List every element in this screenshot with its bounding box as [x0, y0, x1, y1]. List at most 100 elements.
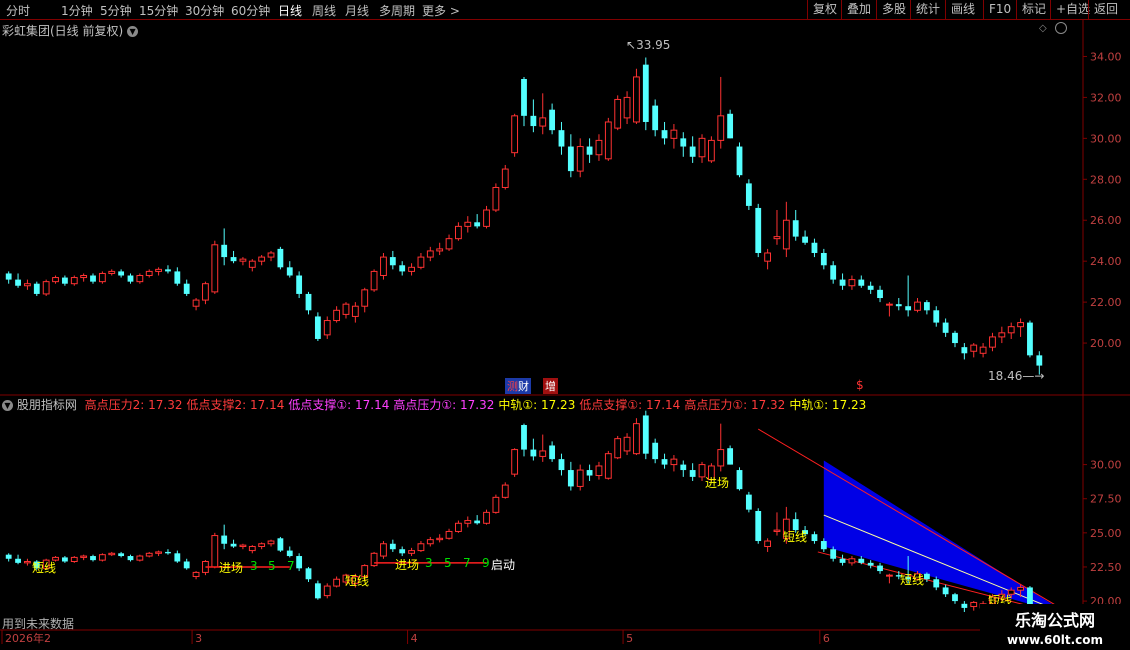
- candle-body-up: [764, 252, 772, 262]
- candle-body-down: [15, 279, 21, 286]
- indicator-value-6: 高点压力①: 17.32: [684, 398, 786, 412]
- candle-body-up: [80, 275, 88, 279]
- seq-3: 3: [425, 556, 433, 570]
- candle-body-up: [886, 303, 893, 306]
- candle-body-down: [389, 257, 396, 266]
- candle-body-down: [521, 425, 527, 450]
- candle-body-up: [483, 209, 490, 227]
- candle-body-up: [576, 469, 584, 487]
- candle-body-down: [5, 554, 12, 559]
- increase-badge[interactable]: 增: [543, 378, 558, 394]
- candle-body-up: [848, 558, 856, 564]
- max-price-label: 33.95: [636, 38, 671, 52]
- dollar-icon[interactable]: $: [856, 378, 864, 392]
- candle-body-down: [877, 289, 883, 299]
- candle-body-down: [1036, 355, 1043, 366]
- indicator-header: ▼ 股朋指标网 高点压力2: 17.32 低点支撑2: 17.14 低点支撑①: 1…: [2, 396, 866, 413]
- candle-body-down: [296, 556, 303, 569]
- candle-body-down: [736, 146, 743, 176]
- candle-body-down: [474, 222, 481, 227]
- candle-body-down: [745, 494, 752, 510]
- candle-body-up: [436, 537, 444, 541]
- candle-body-down: [127, 275, 134, 282]
- candle-body-down: [661, 130, 668, 139]
- candle-body-down: [286, 550, 293, 557]
- month-label: 4: [411, 632, 418, 645]
- min-price-marker: 18.46—→: [988, 369, 1044, 383]
- candle-body-down: [61, 557, 68, 562]
- candle-body-up: [417, 543, 425, 552]
- candle-body-down: [277, 538, 284, 551]
- candle-body-down: [530, 449, 537, 457]
- candle-body-down: [923, 573, 930, 580]
- seq-5: 5: [444, 556, 452, 570]
- candle-body-up: [623, 436, 631, 452]
- candle-body-down: [745, 183, 752, 206]
- indicator-value-2: 低点支撑①: 17.14: [288, 398, 390, 412]
- candle-body-up: [408, 550, 415, 554]
- candle-body-up: [492, 496, 500, 513]
- indicator-name[interactable]: 股朋指标网: [17, 398, 77, 412]
- arrow-up-left-icon: ↖: [626, 38, 637, 52]
- candle-body-up: [717, 449, 725, 467]
- candle-body-down: [61, 277, 68, 284]
- candle-body-up: [333, 309, 341, 322]
- finance-badge[interactable]: 测财: [505, 378, 531, 394]
- indicator-price-axis: 20.0022.5025.0027.5030.00: [1083, 459, 1122, 608]
- enter-label: 进场: [705, 476, 730, 490]
- candle-body-down: [820, 252, 827, 266]
- candle-body-down: [802, 236, 808, 243]
- candle-body-down: [755, 207, 762, 253]
- candle-body-down: [558, 130, 565, 147]
- candle-body-down: [521, 78, 527, 116]
- candle-body-up: [445, 530, 453, 539]
- enter-label: 进场: [395, 558, 420, 572]
- enter-label: 进场: [219, 561, 244, 575]
- candle-body-up: [614, 98, 622, 129]
- candle-body-up: [633, 423, 640, 455]
- candle-body-down: [933, 310, 940, 323]
- price-tick-label: 26.00: [1090, 214, 1122, 227]
- candle-body-up: [1017, 322, 1024, 328]
- candle-body-up: [351, 305, 359, 317]
- finance-text: 财: [518, 380, 529, 393]
- candle-body-down: [792, 220, 799, 237]
- candle-body-up: [42, 281, 50, 295]
- candle-body-up: [539, 117, 547, 127]
- candle-body-down: [5, 273, 12, 280]
- price-tick-label: 32.00: [1090, 91, 1122, 104]
- candle-body-down: [755, 511, 762, 542]
- candle-body-up: [501, 484, 509, 498]
- watermark-title: 乐淘公式网: [1014, 611, 1095, 630]
- candle-body-up: [614, 438, 622, 459]
- kline-chart[interactable]: 20.00 22.00 24.00 26.00 28.00 30.00 32.00 34.00…: [0, 0, 1130, 650]
- candle-body-up: [445, 238, 453, 250]
- price-tick-label: 28.00: [1090, 173, 1122, 186]
- indicator-tick-label: 25.00: [1090, 527, 1122, 540]
- candle-body-up: [248, 545, 256, 552]
- candle-body-down: [642, 64, 649, 122]
- candle-body-down: [961, 347, 968, 354]
- candle-body-down: [652, 442, 659, 460]
- seq-7: 7: [463, 556, 471, 570]
- candle-body-up: [202, 283, 209, 301]
- candle-body-up: [239, 544, 247, 547]
- candle-body-up: [248, 260, 256, 268]
- seq-3: 3: [250, 559, 258, 573]
- candle-body-down: [15, 558, 21, 563]
- candle-body-down: [858, 279, 865, 286]
- indicator-value-1: 低点支撑2: 17.14: [186, 398, 285, 412]
- candle-body-down: [586, 470, 593, 476]
- candle-body-up: [886, 574, 893, 577]
- candle-body-up: [764, 540, 772, 547]
- chevron-down-icon[interactable]: ▼: [2, 400, 13, 411]
- candle-body-down: [90, 556, 96, 561]
- candle-body-up: [670, 129, 678, 139]
- candle-body-up: [464, 520, 472, 524]
- candle-body-down: [839, 558, 846, 563]
- indicator-value-0: 高点压力2: 17.32: [84, 398, 183, 412]
- seq-9: 9: [482, 556, 490, 570]
- candle-body-down: [174, 271, 181, 284]
- candle-body-up: [258, 543, 266, 547]
- candle-body-up: [989, 336, 996, 348]
